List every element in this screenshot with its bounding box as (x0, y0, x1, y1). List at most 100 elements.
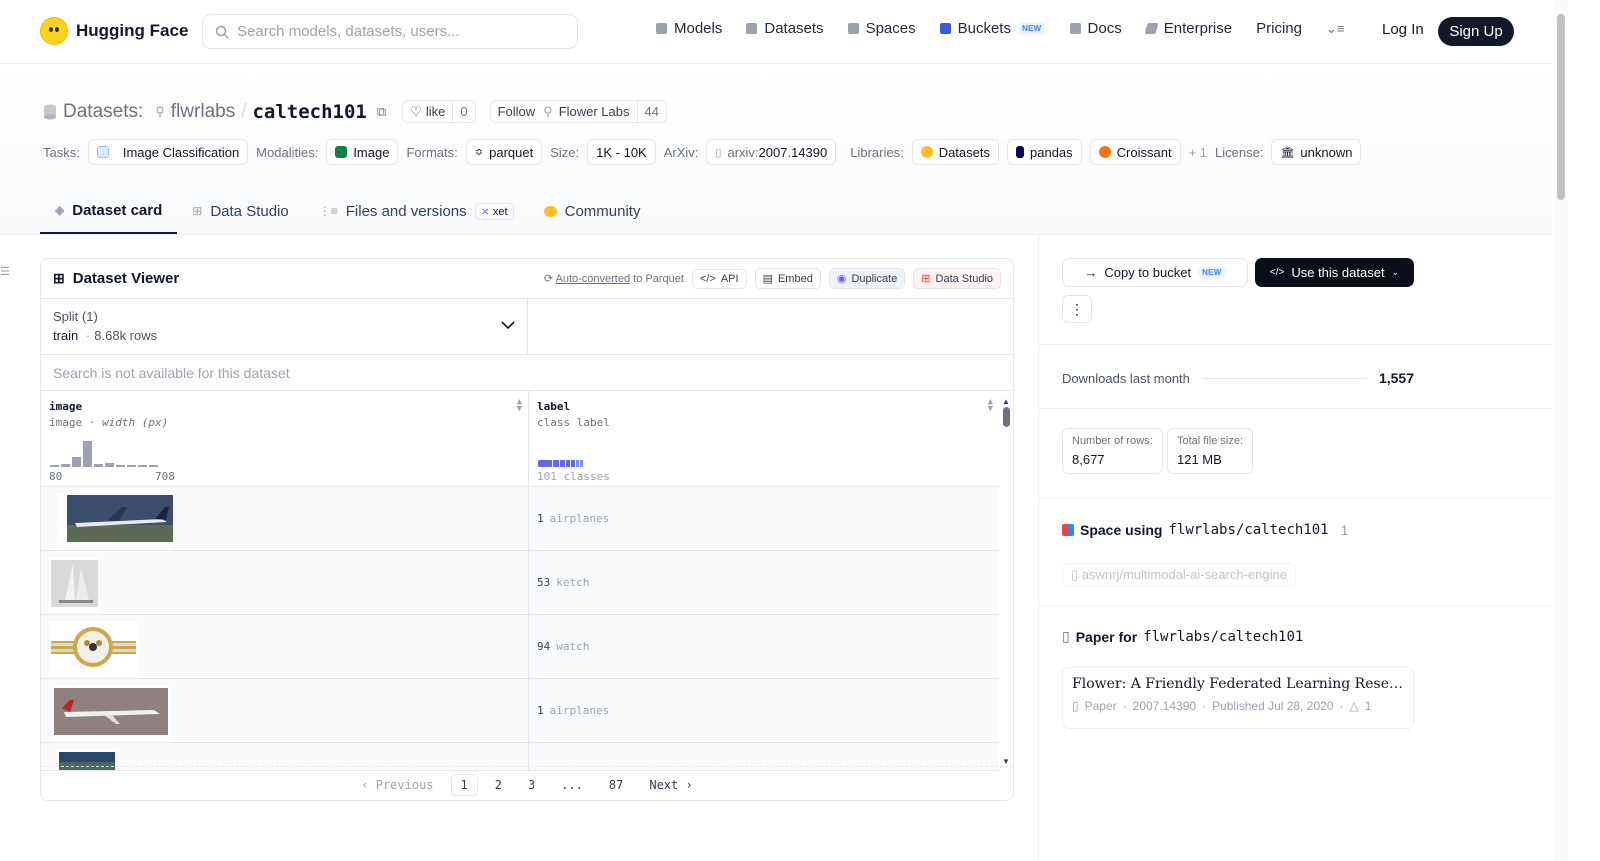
row-class-label: airplanes (549, 512, 610, 525)
scroll-thumb[interactable] (1002, 407, 1010, 427)
tag-lib-croissant[interactable]: Croissant (1089, 139, 1181, 165)
page-scrollbar[interactable] (1554, 0, 1568, 861)
nav-models-label: Models (674, 20, 723, 37)
copy-icon[interactable]: ⧉ (377, 104, 386, 120)
paper-card[interactable]: Flower: A Friendly Federated Learning Re… (1062, 667, 1414, 729)
like-button[interactable]: ♡ like 0 (402, 100, 476, 123)
tag-task[interactable]: Image Classification (87, 139, 249, 165)
cube-icon (656, 23, 667, 34)
org-link[interactable]: flwrlabs (171, 101, 235, 123)
tab-files[interactable]: ⋮≡ Files and versions ⨯ xet (304, 188, 529, 234)
column-image-sub: width (px) (102, 416, 169, 429)
scroll-down-icon[interactable]: ▼ (1001, 757, 1011, 766)
table-row[interactable]: 1 airplanes (41, 679, 999, 743)
image-thumbnail[interactable] (49, 622, 138, 678)
nav-pricing[interactable]: Pricing (1256, 20, 1302, 37)
tag-modality[interactable]: Image (326, 139, 399, 165)
datasets-label[interactable]: Datasets: (63, 101, 143, 123)
tag-lib-datasets[interactable]: Datasets (911, 139, 999, 165)
tab-data-studio[interactable]: ⊞ Data Studio (177, 188, 303, 234)
upvote-icon: △ (1349, 699, 1359, 713)
table-row[interactable]: 94 watch (41, 615, 999, 679)
tab-dataset-card[interactable]: ◈ Dataset card (40, 188, 178, 234)
signup-button[interactable]: Sign Up (1438, 17, 1514, 46)
more-libraries[interactable]: + 1 (1189, 145, 1207, 160)
new-badge: NEW (1017, 22, 1046, 35)
column-image[interactable]: image image · width (px) 80 708 ▲ ▼ (41, 391, 529, 486)
data-studio-button[interactable]: ⊞ Data Studio (913, 268, 1001, 289)
nav-buckets[interactable]: Buckets NEW (939, 20, 1046, 37)
license-label: License: (1215, 144, 1264, 160)
auto-converted-link[interactable]: Auto-converted (555, 273, 630, 285)
tag-format[interactable]: ≎ parquet (465, 139, 543, 165)
split-label: Split (1) (53, 309, 98, 324)
nav-datasets[interactable]: Datasets (746, 20, 824, 37)
embed-button[interactable]: ▤ Embed (754, 268, 821, 289)
login-link[interactable]: Log In (1382, 21, 1424, 38)
tag-arxiv[interactable]: ▯ arxiv: 2007.14390 (706, 139, 837, 165)
nav-models[interactable]: Models (656, 20, 722, 37)
row-class-id: 94 (537, 640, 551, 653)
sort-icon[interactable]: ▲ ▼ (517, 398, 522, 414)
nav-more-menu[interactable]: ⌄≡ (1326, 21, 1344, 37)
image-thumbnail[interactable] (52, 686, 170, 742)
page-2[interactable]: 2 (486, 775, 511, 795)
paper-id: 2007.14390 (1132, 699, 1197, 713)
scroll-up-icon[interactable]: ▲ (1001, 397, 1011, 406)
space-item-label: aswnrj/multimodal-ai-search-engine (1081, 567, 1287, 582)
use-dataset-button[interactable]: </> Use this dataset ⌄ (1255, 258, 1414, 287)
tag-lib1-label: Datasets (938, 144, 990, 160)
spaces-prefix: Space using (1080, 522, 1163, 538)
duplicate-button[interactable]: ◉ Duplicate (828, 268, 906, 289)
split-select[interactable]: Split (1) train · 8.68k rows (41, 299, 528, 354)
tab-community[interactable]: Community (529, 188, 656, 234)
downloads-sparkline (1201, 377, 1367, 379)
table-row[interactable]: 1 airplanes (41, 487, 999, 551)
toc-toggle-icon[interactable]: ☰ (0, 265, 10, 278)
column-label[interactable]: label class label 101 classes ▲ ▼ (529, 391, 999, 486)
repo-name[interactable]: caltech101 (252, 101, 366, 123)
next-page[interactable]: Next › (640, 775, 701, 795)
database-icon (746, 23, 758, 34)
image-thumbnail[interactable] (49, 558, 100, 614)
new-badge: NEW (1198, 266, 1226, 279)
nav-enterprise[interactable]: Enterprise (1144, 20, 1232, 37)
search-input[interactable]: Search models, datasets, users... (202, 14, 578, 49)
follow-button[interactable]: Follow ⚲ Flower Labs 44 (489, 100, 667, 123)
duplicate-icon: ◉ (836, 273, 847, 285)
table-row[interactable]: 53 ketch (41, 551, 999, 615)
space-icon: ▯ (1071, 567, 1079, 582)
space-item[interactable]: ▯ aswnrj/multimodal-ai-search-engine (1062, 563, 1296, 587)
tag-license[interactable]: 🏛 unknown (1271, 139, 1362, 165)
sort-icon[interactable]: ▲ ▼ (988, 398, 993, 414)
xet-badge: ⨯ xet (474, 202, 514, 220)
tag-size[interactable]: 1K - 10K (587, 139, 656, 165)
api-button[interactable]: </> API (691, 268, 747, 289)
histogram-bar (149, 465, 158, 467)
chevron-down-icon: ⌄ (1391, 267, 1400, 277)
page-1[interactable]: 1 (450, 773, 478, 796)
column-divider (1038, 235, 1039, 861)
size-label: Size: (550, 144, 580, 160)
page-87[interactable]: 87 (600, 775, 632, 795)
duplicate-label: Duplicate (851, 272, 898, 285)
tab-community-label: Community (564, 202, 641, 220)
paper-repo: flwrlabs/caltech101 (1143, 628, 1304, 645)
histogram-bar (138, 465, 147, 467)
more-options-button[interactable]: ⋮ (1062, 295, 1092, 323)
table-scrollbar[interactable]: ▲ ▼ (1001, 397, 1011, 766)
page-scroll-thumb[interactable] (1557, 14, 1565, 200)
page-3[interactable]: 3 (519, 775, 544, 795)
image-thumbnail[interactable] (57, 494, 174, 547)
data-studio-label: Data Studio (935, 272, 993, 285)
nav-spaces[interactable]: Spaces (847, 20, 916, 37)
split-rows: 8.68k rows (94, 328, 158, 343)
nav-docs[interactable]: Docs (1069, 20, 1122, 37)
brand-logo[interactable]: Hugging Face (40, 17, 188, 45)
prev-page[interactable]: ‹ Previous (352, 775, 442, 795)
copy-to-bucket-button[interactable]: → Copy to bucket NEW (1062, 258, 1248, 287)
croissant-icon (1098, 146, 1111, 158)
arrow-right-icon: → (1084, 265, 1098, 280)
tag-lib-pandas[interactable]: pandas (1007, 139, 1082, 165)
follow-org: Flower Labs (558, 104, 630, 119)
